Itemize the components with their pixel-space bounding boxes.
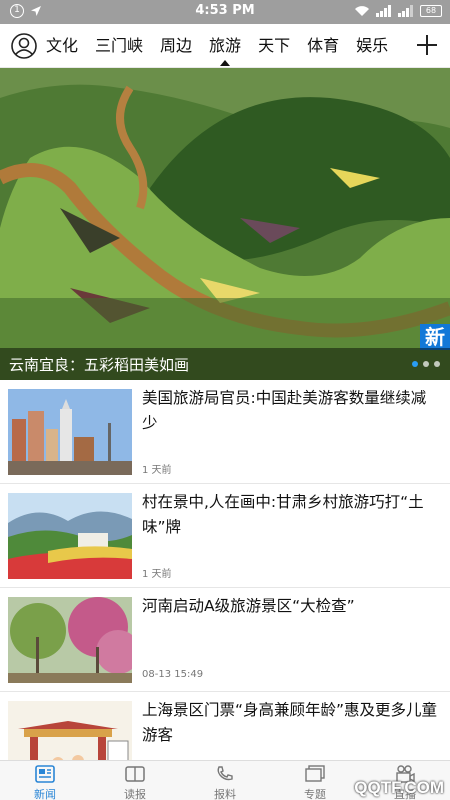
news-time: 1 天前 — [142, 569, 172, 580]
channel-tabs: 文化 三门峡 周边 旅游 天下 体育 娱乐 — [46, 24, 405, 68]
wifi-icon — [355, 6, 369, 16]
newspaper-icon — [125, 766, 145, 782]
news-time: 08-13 15:49 — [142, 669, 204, 680]
banner-dot[interactable] — [423, 361, 429, 367]
tab-world[interactable]: 天下 — [258, 24, 290, 68]
banner-dot[interactable] — [434, 361, 440, 367]
channel-tab-bar: 文化 三门峡 周边 旅游 天下 体育 娱乐 — [0, 24, 450, 68]
nav-tip-off[interactable]: 报料 — [180, 761, 270, 800]
banner-caption: 云南宜良：五彩稻田美如画 — [0, 348, 450, 380]
tab-entertainment[interactable]: 娱乐 — [356, 24, 388, 68]
nav-news[interactable]: 新闻 — [0, 761, 90, 800]
news-title: 美国旅游局官员:中国赴美游客数量继续减少 — [142, 389, 427, 432]
tab-nearby[interactable]: 周边 — [160, 24, 192, 68]
news-item[interactable]: 河南启动A级旅游景区“大检查” 08-13 15:49 — [0, 588, 450, 692]
nav-label: 新闻 — [34, 788, 56, 800]
news-item[interactable]: 美国旅游局官员:中国赴美游客数量继续减少 1 天前 — [0, 380, 450, 484]
news-title: 村在景中,人在画中:甘肃乡村旅游巧打“土味”牌 — [142, 493, 424, 536]
status-bar: 1 4:53 PM 68 — [0, 0, 450, 24]
banner-title: 云南宜良：五彩稻田美如画 — [9, 356, 190, 374]
news-time: 1 天前 — [142, 465, 172, 476]
banner-image — [0, 68, 450, 380]
signal-icon-2 — [398, 5, 413, 17]
tab-culture[interactable]: 文化 — [46, 24, 78, 68]
battery-icon: 68 — [420, 5, 442, 17]
news-item[interactable]: 村在景中,人在画中:甘肃乡村旅游巧打“土味”牌 1 天前 — [0, 484, 450, 588]
news-title: 河南启动A级旅游景区“大检查” — [142, 597, 355, 615]
topics-icon — [305, 765, 325, 782]
nav-label: 报料 — [214, 788, 236, 800]
news-thumbnail — [8, 493, 132, 579]
news-title: 上海景区门票“身高兼顾年龄”惠及更多儿童游客 — [142, 701, 438, 744]
news-icon — [35, 765, 55, 783]
nav-topics[interactable]: 专题 — [270, 761, 360, 800]
phone-icon — [217, 766, 233, 781]
add-channel-icon[interactable] — [416, 34, 438, 56]
status-right: 68 — [354, 5, 442, 17]
nav-label: 读报 — [124, 788, 146, 800]
headline-banner[interactable]: 新 云南宜良：五彩稻田美如画 — [0, 68, 450, 380]
banner-pagination — [412, 361, 440, 367]
channel-corner-badge: 新 — [420, 324, 450, 350]
news-list: 美国旅游局官员:中国赴美游客数量继续减少 1 天前 村在景中,人在画中:甘肃乡村… — [0, 380, 450, 796]
nav-read-paper[interactable]: 读报 — [90, 761, 180, 800]
news-thumbnail — [8, 597, 132, 683]
tab-sports[interactable]: 体育 — [307, 24, 339, 68]
news-thumbnail — [8, 389, 132, 475]
signal-icon — [376, 5, 391, 17]
banner-dot[interactable] — [412, 361, 418, 367]
nav-label: 专题 — [304, 788, 326, 800]
tab-travel[interactable]: 旅游 — [209, 24, 241, 68]
site-watermark: QQTF.COM — [354, 778, 444, 797]
tab-sanmenxia[interactable]: 三门峡 — [95, 24, 143, 68]
user-profile-icon[interactable] — [11, 33, 37, 59]
